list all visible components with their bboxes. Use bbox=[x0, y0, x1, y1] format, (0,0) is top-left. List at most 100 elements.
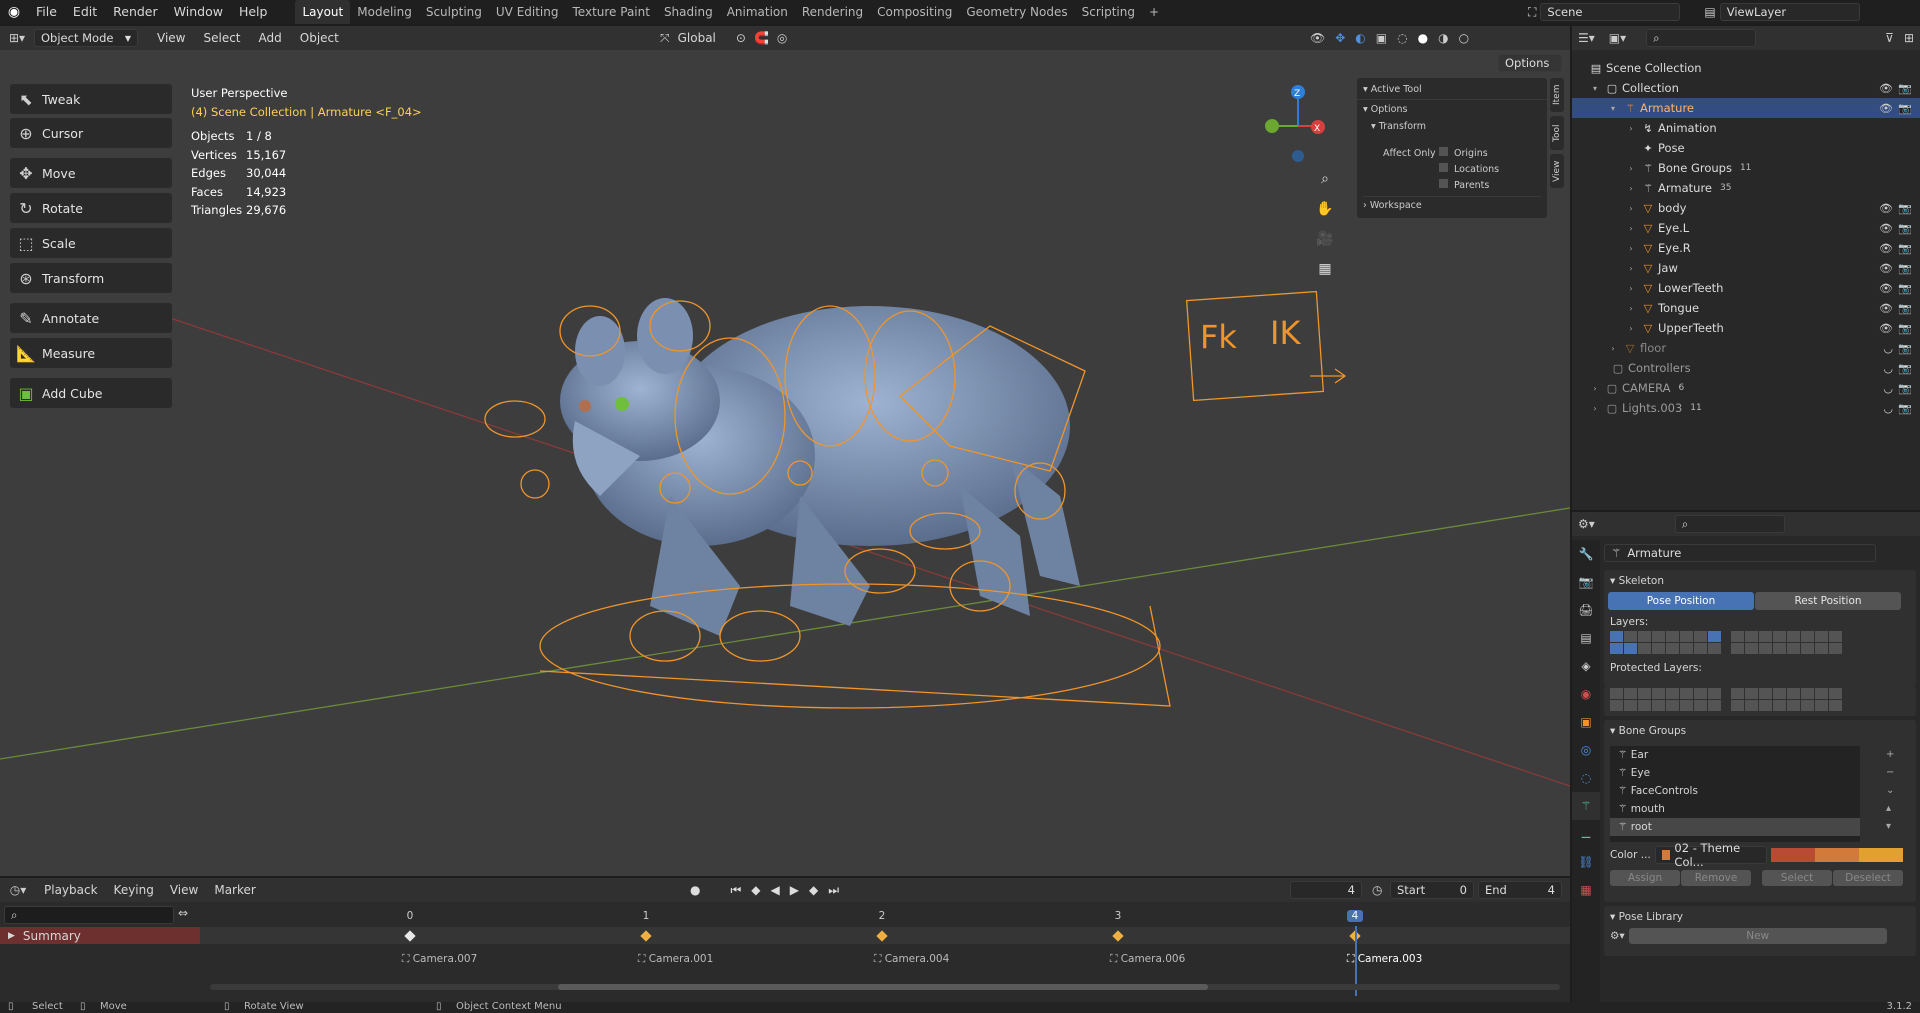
tab-tool[interactable]: Tool bbox=[1550, 116, 1564, 150]
filter-icon[interactable]: ⊽ bbox=[1885, 31, 1894, 45]
shading-wireframe-icon[interactable]: ◌ bbox=[1397, 31, 1407, 45]
modifier-tab-icon[interactable]: ◎ bbox=[1572, 736, 1600, 764]
frame-number-label[interactable]: 1 bbox=[638, 910, 654, 922]
tab-layout[interactable]: Layout bbox=[295, 0, 351, 24]
3d-viewport[interactable]: Fk IK Z X ⊞▾ Object Mode ▼ View Select Ad… bbox=[0, 26, 1570, 876]
remove-group-icon[interactable]: − bbox=[1886, 764, 1894, 782]
scene-tab-icon[interactable]: ◈ bbox=[1572, 652, 1600, 680]
start-frame-field[interactable]: Start 0 bbox=[1390, 881, 1474, 899]
render-camera-icon[interactable]: 📷 bbox=[1898, 102, 1912, 115]
eye-icon[interactable]: 👁 bbox=[1879, 322, 1893, 335]
eye-icon[interactable]: 👁 bbox=[1879, 302, 1893, 315]
shading-rendered-icon[interactable]: ○ bbox=[1459, 31, 1469, 45]
tab-item[interactable]: Item bbox=[1550, 78, 1564, 112]
bone-constraint-tab-icon[interactable]: ⛓ bbox=[1572, 848, 1600, 876]
expand-arrow-icon[interactable]: › bbox=[1624, 184, 1638, 193]
active-tool-header[interactable]: ▾ Active Tool bbox=[1357, 78, 1547, 100]
tool-measure[interactable]: 📐 Measure bbox=[10, 338, 172, 368]
orientation-dropdown[interactable]: Global bbox=[678, 31, 716, 45]
expand-arrow-icon[interactable]: › bbox=[1624, 164, 1638, 173]
output-tab-icon[interactable]: 🖨 bbox=[1572, 596, 1600, 624]
tool-move[interactable]: ✥ Move bbox=[10, 158, 172, 188]
list-item[interactable]: ⚚ FaceControls bbox=[1610, 782, 1860, 800]
pan-hand-icon[interactable]: ✋ bbox=[1312, 196, 1338, 222]
play-reverse-icon[interactable]: ◀ bbox=[771, 883, 780, 898]
expand-arrow-icon[interactable]: › bbox=[1624, 244, 1638, 253]
outliner-row-tongue[interactable]: › ▽ Tongue 👁 📷 bbox=[1572, 298, 1920, 318]
assign-button[interactable]: Assign bbox=[1610, 870, 1680, 886]
color-swatch-select[interactable] bbox=[1814, 848, 1859, 862]
bone-tab-icon[interactable]: ⚊ bbox=[1572, 820, 1600, 848]
color-set-dropdown[interactable]: 02 - Theme Col... bbox=[1654, 841, 1767, 869]
parents-checkbox[interactable]: Parents bbox=[1439, 178, 1499, 194]
outliner-row-lowerteeth[interactable]: › ▽ LowerTeeth 👁 📷 bbox=[1572, 278, 1920, 298]
editor-type-icon[interactable]: ⊞▾ bbox=[0, 31, 34, 45]
marker-label[interactable]: ⛶ Camera.003 bbox=[1347, 953, 1422, 966]
proportional-edit-icon[interactable]: ◎ bbox=[777, 31, 787, 45]
outliner-row-armature[interactable]: ▾ ⚚ Armature 👁 📷 bbox=[1572, 98, 1920, 118]
end-frame-field[interactable]: End 4 bbox=[1478, 881, 1562, 899]
current-frame-field[interactable]: 4 bbox=[1290, 881, 1362, 899]
render-camera-icon[interactable]: 📷 bbox=[1898, 302, 1912, 315]
render-camera-icon[interactable]: 📷 bbox=[1898, 242, 1912, 255]
color-swatch-active[interactable] bbox=[1858, 848, 1903, 862]
expand-arrow-icon[interactable]: › bbox=[1588, 384, 1602, 393]
render-camera-icon[interactable]: 📷 bbox=[1898, 382, 1912, 395]
outliner-row-upperteeth[interactable]: › ▽ UpperTeeth 👁 📷 bbox=[1572, 318, 1920, 338]
tool-rotate[interactable]: ↻ Rotate bbox=[10, 193, 172, 223]
tool-cursor[interactable]: ⊕ Cursor bbox=[10, 118, 172, 148]
prev-keyframe-icon[interactable]: ◆ bbox=[751, 883, 760, 898]
list-item[interactable]: ⚚ Eye bbox=[1610, 764, 1860, 782]
rest-position-button[interactable]: Rest Position bbox=[1755, 592, 1901, 610]
menu-window[interactable]: Window bbox=[166, 0, 231, 24]
expand-arrow-icon[interactable]: › bbox=[1588, 404, 1602, 413]
orientation-icon[interactable]: ⤧ bbox=[660, 31, 670, 46]
workspace-header[interactable]: › Workspace bbox=[1363, 196, 1541, 214]
new-collection-icon[interactable]: ⊞ bbox=[1904, 31, 1914, 45]
color-swatch-normal[interactable] bbox=[1770, 848, 1815, 862]
armature-data-tab-icon[interactable]: ⚚ bbox=[1572, 792, 1600, 820]
scene-field[interactable]: Scene bbox=[1540, 3, 1681, 21]
play-icon[interactable]: ▶ bbox=[790, 883, 799, 898]
tab-geometry-nodes[interactable]: Geometry Nodes bbox=[959, 0, 1074, 24]
tab-view[interactable]: View bbox=[1550, 154, 1564, 188]
render-camera-icon[interactable]: 📷 bbox=[1898, 82, 1912, 95]
expand-arrow-icon[interactable]: › bbox=[1624, 124, 1638, 133]
skeleton-header[interactable]: ▾ Skeleton bbox=[1604, 570, 1916, 592]
tab-rendering[interactable]: Rendering bbox=[795, 0, 870, 24]
menu-marker[interactable]: Marker bbox=[206, 883, 263, 897]
view-layer-field[interactable]: ViewLayer bbox=[1719, 3, 1860, 21]
frame-number-label[interactable]: 2 bbox=[874, 910, 890, 922]
move-down-icon[interactable]: ▾ bbox=[1886, 818, 1894, 836]
menu-file[interactable]: File bbox=[28, 0, 65, 24]
tab-animation[interactable]: Animation bbox=[720, 0, 795, 24]
render-camera-icon[interactable]: 📷 bbox=[1898, 222, 1912, 235]
list-item[interactable]: ⚚ mouth bbox=[1610, 800, 1860, 818]
marker-label[interactable]: ⛶ Camera.007 bbox=[402, 953, 477, 966]
timeline-editor-icon[interactable]: ◷▾ bbox=[0, 883, 36, 897]
marker-label[interactable]: ⛶ Camera.001 bbox=[638, 953, 713, 966]
shading-material-icon[interactable]: ◑ bbox=[1438, 31, 1448, 45]
outliner-row-lights[interactable]: › ▢ Lights.003 11 ◡ 📷 bbox=[1572, 398, 1920, 418]
menu-help[interactable]: Help bbox=[231, 0, 276, 24]
menu-select[interactable]: Select bbox=[194, 31, 249, 45]
render-camera-icon[interactable]: 📷 bbox=[1898, 362, 1912, 375]
outliner-row-eye-r[interactable]: › ▽ Eye.R 👁 📷 bbox=[1572, 238, 1920, 258]
tool-tweak[interactable]: ⬉ Tweak bbox=[10, 84, 172, 114]
expand-arrow-icon[interactable]: › bbox=[1606, 344, 1620, 353]
menu-view[interactable]: View bbox=[148, 31, 194, 45]
view-layer-icon[interactable]: ▤ bbox=[1704, 5, 1715, 19]
expand-arrow-icon[interactable]: › bbox=[1624, 264, 1638, 273]
object-name-field[interactable]: ⚚ Armature bbox=[1604, 544, 1876, 562]
tab-modeling[interactable]: Modeling bbox=[350, 0, 419, 24]
outliner-row-animation[interactable]: › ↯ Animation bbox=[1572, 118, 1920, 138]
locations-checkbox[interactable]: Locations bbox=[1439, 162, 1499, 178]
expand-arrow-icon[interactable]: ▾ bbox=[1588, 84, 1602, 93]
menu-add[interactable]: Add bbox=[250, 31, 291, 45]
tool-scale[interactable]: ⬚ Scale bbox=[10, 228, 172, 258]
eye-icon[interactable]: 👁 bbox=[1879, 102, 1893, 115]
tool-tab-icon[interactable]: 🔧 bbox=[1572, 540, 1600, 568]
deselect-button[interactable]: Deselect bbox=[1833, 870, 1903, 886]
display-mode-icon[interactable]: ▣▾ bbox=[1609, 31, 1626, 45]
physics-tab-icon[interactable]: ◌ bbox=[1572, 764, 1600, 792]
